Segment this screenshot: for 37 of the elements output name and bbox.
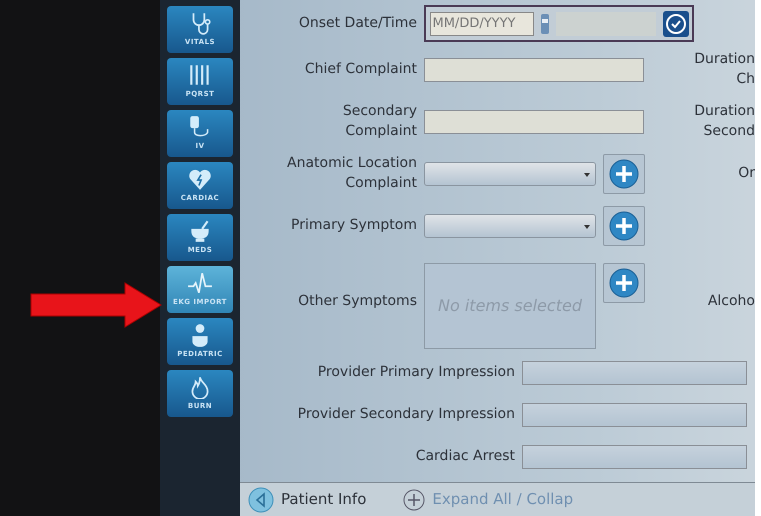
text-field[interactable] (424, 110, 644, 134)
dropdown-field[interactable] (424, 162, 596, 186)
field-label: Onset Date/Time (298, 14, 417, 33)
field-label: Primary Symptom (290, 216, 417, 235)
field-label: Provider Secondary Impression (296, 404, 515, 424)
text-field[interactable] (522, 402, 747, 426)
add-button[interactable] (603, 206, 645, 246)
dropdown-caret-icon (584, 224, 590, 228)
plus-icon (609, 268, 639, 298)
field-label: Second (703, 122, 755, 140)
date-field[interactable]: MM/DD/YYYY (430, 12, 534, 36)
heart-icon (187, 167, 213, 192)
field-label: Duration (694, 102, 755, 121)
field-label: Alcoho (708, 292, 755, 311)
field-label: Other Symptoms (297, 292, 417, 311)
field-label: Anatomic Location Complaint (286, 154, 417, 192)
back-link[interactable]: Patient Info (247, 486, 368, 514)
add-button[interactable] (603, 154, 645, 194)
text-field[interactable] (424, 58, 644, 82)
field-label: Or (738, 164, 755, 183)
field-label: Chief Complaint (304, 60, 417, 79)
text-field[interactable] (522, 444, 747, 468)
field-label: Secondary Complaint (342, 102, 417, 140)
plus-icon (609, 158, 639, 188)
plus-icon (609, 210, 639, 240)
plus-icon (403, 488, 426, 510)
heartbeat-icon (187, 271, 213, 296)
clock-icon[interactable] (662, 10, 688, 36)
field-label: Ch (736, 70, 755, 88)
field-label: Duration (694, 50, 755, 69)
add-button[interactable] (603, 262, 645, 302)
calendar-icon[interactable] (540, 14, 548, 34)
field-label: Provider Primary Impression (316, 362, 515, 382)
dropdown-field[interactable] (424, 214, 596, 238)
field-label: Cardiac Arrest (414, 446, 515, 466)
text-field[interactable] (522, 360, 747, 384)
dropdown-caret-icon (584, 172, 590, 176)
